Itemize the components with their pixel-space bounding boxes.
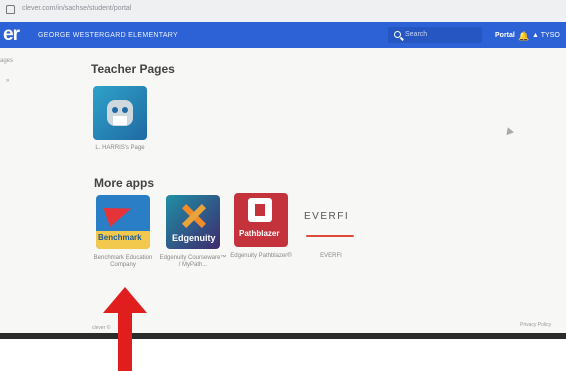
pathblazer-app-label[interactable]: Edgenuity Pathblazer® bbox=[226, 253, 296, 260]
more-apps-heading: More apps bbox=[94, 176, 155, 190]
user-menu[interactable]: ▲ TYSO bbox=[532, 32, 560, 39]
bell-icon[interactable]: 🔔 bbox=[518, 31, 529, 42]
sidebar-item[interactable]: » bbox=[6, 78, 9, 84]
arrow-shaft bbox=[118, 312, 132, 371]
pathblazer-logo-text: Pathblazer bbox=[239, 229, 280, 238]
red-arrow-annotation bbox=[103, 287, 147, 371]
teacher-page-label[interactable]: L. HARRIS's Page bbox=[85, 145, 155, 152]
lock-icon bbox=[6, 5, 15, 14]
taskbar bbox=[0, 333, 566, 339]
everfi-logo: EVERFI bbox=[304, 211, 350, 222]
search-box[interactable]: Search bbox=[388, 27, 482, 43]
sidebar-item-pages[interactable]: ages bbox=[0, 58, 13, 64]
arrow-head-icon bbox=[103, 287, 147, 313]
benchmark-app-label[interactable]: Benchmark Education Company bbox=[88, 255, 158, 269]
benchmark-app-tile[interactable]: Benchmark bbox=[96, 195, 150, 249]
book-icon bbox=[113, 116, 127, 125]
everfi-app-label[interactable]: EVERFI bbox=[296, 253, 366, 260]
school-name: GEORGE WESTERGARD ELEMENTARY bbox=[38, 32, 178, 39]
user-name[interactable]: TYSO bbox=[541, 32, 560, 39]
teacher-page-tile[interactable] bbox=[93, 86, 147, 140]
privacy-policy-link[interactable]: Privacy Policy bbox=[520, 322, 551, 328]
search-placeholder[interactable]: Search bbox=[405, 31, 427, 38]
portal-link[interactable]: Portal bbox=[495, 32, 515, 39]
edgenuity-logo-text: Edgenuity bbox=[172, 233, 216, 243]
top-navigation-bar: er GEORGE WESTERGARD ELEMENTARY Search P… bbox=[0, 22, 566, 48]
pathblazer-app-tile[interactable]: Pathblazer bbox=[234, 193, 288, 247]
search-icon bbox=[394, 31, 401, 38]
teacher-pages-heading: Teacher Pages bbox=[91, 62, 175, 76]
edgenuity-logo bbox=[180, 201, 208, 229]
benchmark-logo bbox=[103, 199, 135, 227]
mouse-cursor bbox=[504, 125, 514, 136]
edgenuity-app-tile[interactable]: Edgenuity bbox=[166, 195, 220, 249]
browser-address-bar[interactable]: clever.com/in/sachse/student/portal bbox=[0, 0, 566, 23]
clever-logo[interactable]: er bbox=[3, 24, 20, 46]
edgenuity-app-label[interactable]: Edgenuity Courseware™ / MyPath... bbox=[158, 255, 228, 269]
benchmark-logo-text: Benchmark bbox=[98, 233, 142, 242]
screen-bottom-area bbox=[0, 333, 566, 371]
url-text[interactable]: clever.com/in/sachse/student/portal bbox=[22, 5, 131, 12]
pathblazer-logo bbox=[248, 198, 272, 222]
everfi-app-tile[interactable]: EVERFI bbox=[304, 195, 358, 249]
